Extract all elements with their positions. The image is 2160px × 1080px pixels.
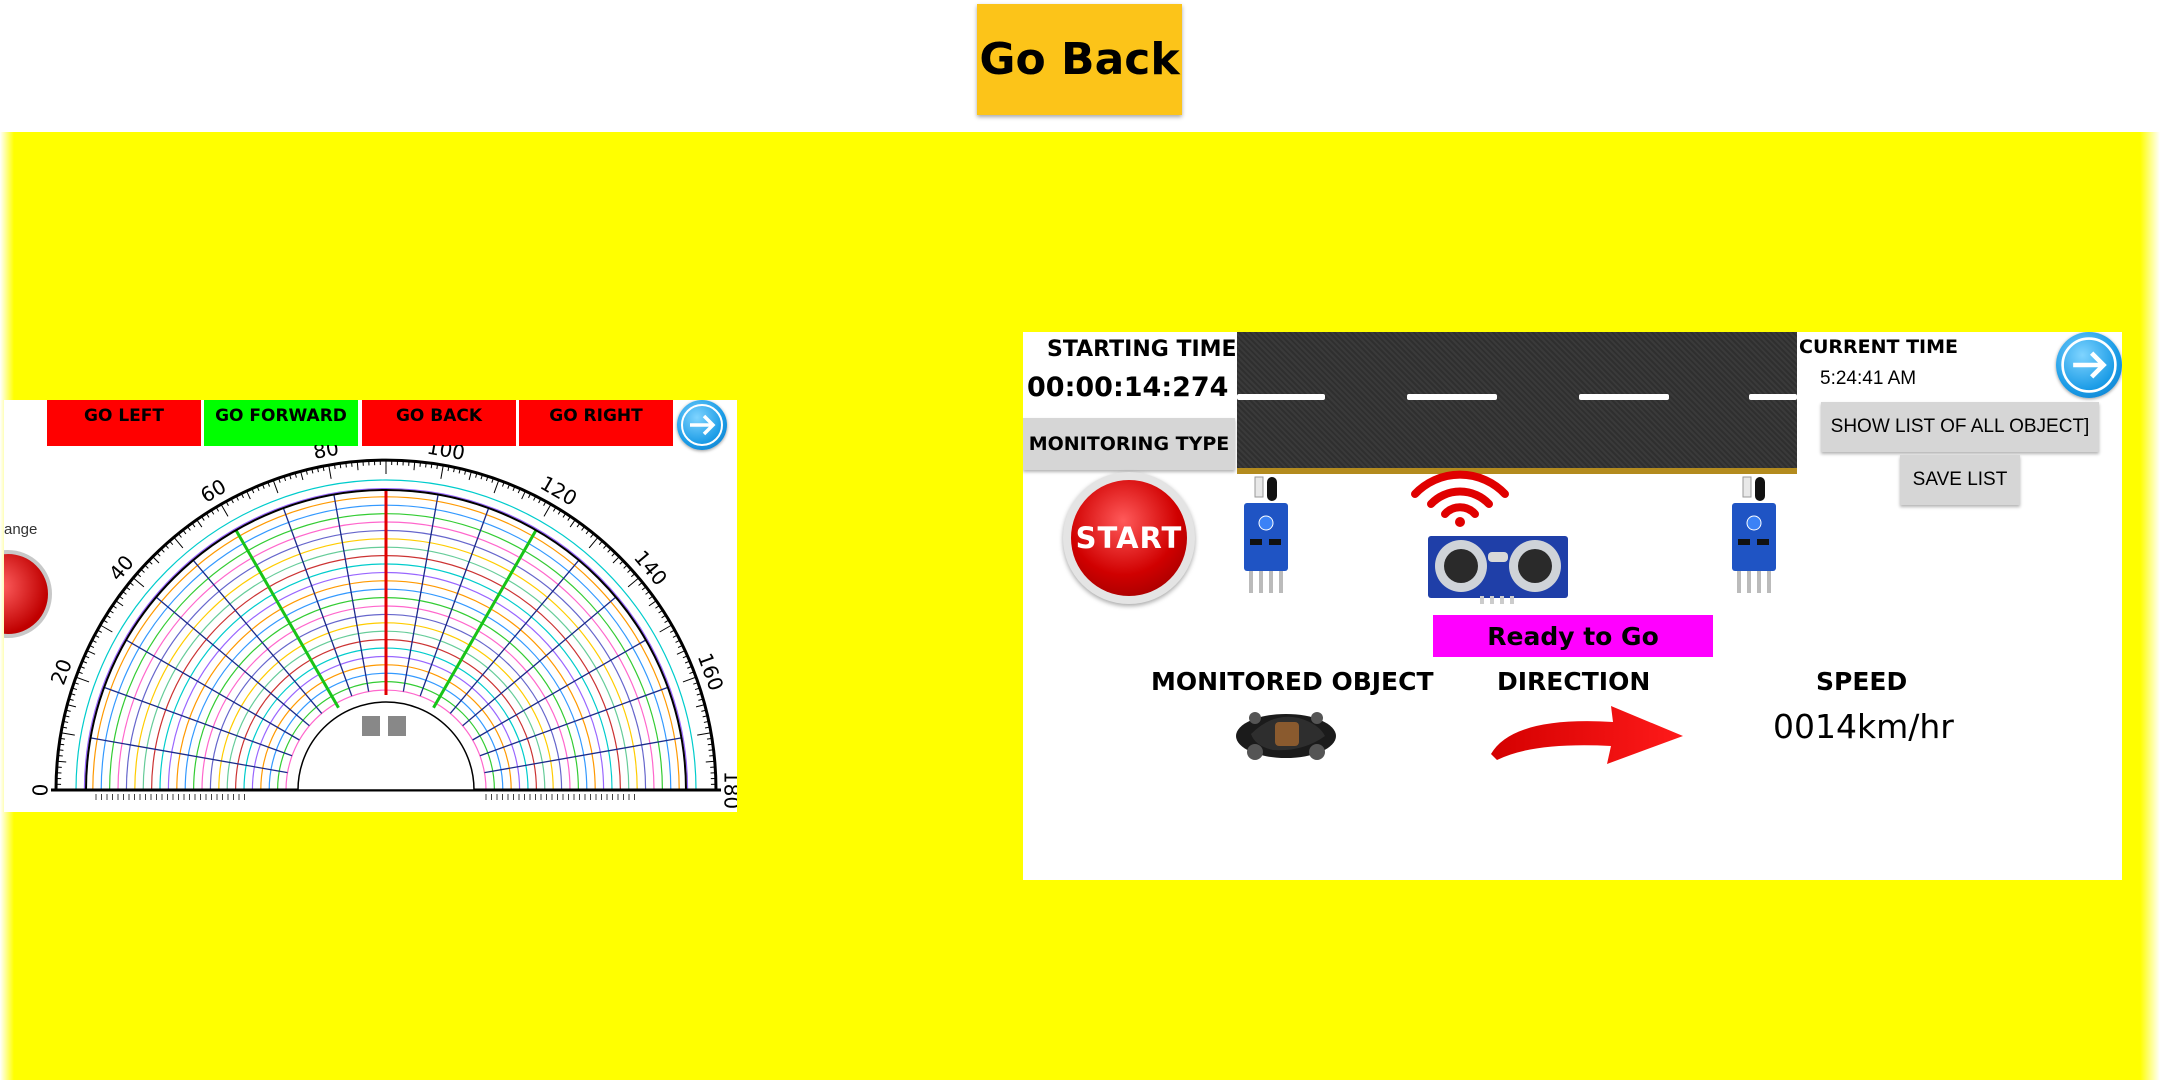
protractor-radar: 020406080 100120140160180 (29, 445, 738, 809)
protractor-tick (132, 577, 145, 588)
radar-control-panel: GO LEFT GO FORWARD GO BACK GO RIGHT ange… (4, 400, 737, 812)
protractor-tick (419, 461, 421, 467)
ir-sensor-right-icon (1732, 476, 1776, 593)
protractor-degree-label: 120 (536, 471, 581, 511)
radar-sensor-icon (362, 716, 380, 736)
go-back-button[interactable]: Go Back (977, 4, 1182, 115)
radar-sensor-icon (388, 716, 406, 736)
road-dash (1237, 394, 1325, 400)
go-left-button[interactable]: GO LEFT (47, 400, 201, 446)
protractor-tick (156, 552, 161, 557)
protractor-tick (627, 577, 640, 588)
current-time-value: 5:24:41 AM (1820, 368, 1917, 389)
arrow-right-icon (2061, 337, 2117, 393)
protractor-tick (588, 536, 599, 549)
protractor-degree-label: 80 (311, 445, 340, 464)
protractor-tick (148, 560, 153, 565)
protractor-tick (707, 743, 713, 746)
protractor-tick (619, 560, 624, 565)
monitored-object-label: MONITORED OBJECT (1151, 667, 1434, 696)
protractor-tick (152, 556, 160, 564)
car-icon (1236, 712, 1336, 760)
protractor-tick (173, 536, 184, 549)
object-monitor-panel: STARTING TIME 00:00:14:274 MONITORING TY… (1023, 332, 2122, 880)
speed-value: 0014km/hr (1773, 707, 1954, 746)
protractor-tick (58, 749, 64, 751)
current-time-label: CURRENT TIME (1799, 336, 1959, 358)
protractor-tick (440, 464, 444, 479)
ir-sensor-left-icon (1244, 476, 1288, 593)
protractor-tick (272, 479, 279, 494)
wifi-signal-icon (1411, 470, 1509, 527)
protractor-tick (659, 624, 673, 633)
ultrasonic-sensor-icon (1428, 536, 1568, 604)
protractor-tick (612, 556, 620, 564)
protractor-tick (709, 755, 715, 757)
protractor-tick (67, 704, 77, 708)
protractor-tick (708, 749, 714, 751)
go-forward-button[interactable]: GO FORWARD (204, 400, 358, 446)
save-list-button[interactable]: SAVE LIST (1900, 455, 2020, 505)
protractor-tick (75, 676, 90, 683)
road-dash (1407, 394, 1497, 400)
protractor-tick (543, 503, 552, 517)
starting-time-value: 00:00:14:274 (1027, 372, 1229, 403)
protractor-tick (99, 624, 113, 633)
start-button-face: START (1071, 480, 1187, 596)
go-right-button[interactable]: GO RIGHT (519, 400, 673, 446)
monitoring-type-button[interactable]: MONITORING TYPE (1023, 418, 1235, 470)
protractor-tick (648, 600, 657, 607)
starting-time-label: STARTING TIME (1047, 337, 1237, 362)
next-screen-button[interactable] (677, 400, 727, 450)
protractor-tick (695, 704, 705, 708)
protractor-tick (59, 743, 65, 746)
protractor-degree-label: 40 (104, 550, 139, 585)
go-back-control-button[interactable]: GO BACK (362, 400, 516, 446)
protractor-tick (57, 755, 63, 757)
protractor-degree-label: 140 (629, 546, 672, 591)
protractor-tick (328, 464, 332, 479)
protractor-tick (676, 650, 686, 655)
status-badge: Ready to Go (1433, 615, 1713, 657)
protractor-tick (493, 479, 500, 494)
protractor-tick (611, 552, 616, 557)
protractor-degree-label: 180 (720, 771, 738, 809)
protractor-tick (196, 519, 203, 528)
protractor-tick (220, 503, 229, 517)
road-dash (1749, 394, 1797, 400)
protractor-tick (345, 462, 347, 468)
road-image (1237, 332, 1797, 474)
protractor-tick (682, 676, 697, 683)
start-button[interactable]: START (1063, 472, 1195, 604)
speed-label: SPEED (1816, 667, 1908, 696)
arrow-right-icon (681, 404, 723, 446)
protractor-tick (60, 732, 75, 736)
protractor-tick (339, 463, 342, 469)
show-list-button[interactable]: SHOW LIST OF ALL OBJECT] (1821, 402, 2099, 452)
protractor-tick (246, 490, 251, 500)
next-screen-button-right[interactable] (2056, 332, 2122, 398)
protractor-tick (697, 732, 712, 736)
protractor-tick (521, 490, 526, 500)
protractor-degree-label: 0 (29, 784, 53, 797)
road-dash (1579, 394, 1669, 400)
direction-arrow-icon (1491, 706, 1683, 764)
protractor-tick (425, 462, 427, 468)
protractor-center-hole (297, 701, 475, 791)
direction-label: DIRECTION (1497, 667, 1651, 696)
protractor-tick (351, 461, 353, 467)
right-edge-fade (2140, 132, 2160, 1080)
protractor-tick (569, 519, 576, 528)
protractor-tick (430, 463, 433, 469)
protractor-tick (115, 600, 124, 607)
protractor-tick (86, 650, 96, 655)
